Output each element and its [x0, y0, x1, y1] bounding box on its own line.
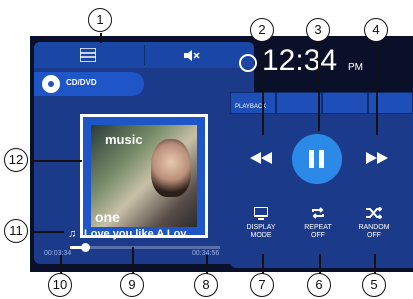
repeat-line2: OFF: [311, 232, 325, 239]
repeat-icon[interactable]: [311, 207, 325, 219]
head-unit-screen: CD/DVD music one ♫ Love you like A Lov..…: [30, 36, 413, 272]
repeat-line1: REPEAT: [304, 224, 332, 231]
album-art-text: music: [105, 132, 143, 147]
pause-icon: [309, 150, 324, 168]
album-art-subtext: one: [95, 209, 120, 225]
random-label[interactable]: RANDOM OFF: [354, 224, 394, 240]
callout-4: 4: [364, 18, 388, 42]
callout-11: 11: [4, 219, 28, 243]
display-mode-label[interactable]: DISPLAY MODE: [241, 224, 281, 240]
topbar-divider: [144, 45, 145, 65]
source-button[interactable]: CD/DVD: [34, 72, 144, 96]
media-topbar: [34, 42, 254, 68]
clock-time: 12:34: [262, 44, 338, 77]
disc-icon: [42, 75, 60, 93]
callout-10: 10: [48, 273, 72, 297]
playback-panel: PLAYBACK DISPLAY MODE REPEAT OFF RANDOM …: [230, 92, 413, 268]
callout-5: 5: [362, 273, 386, 297]
repeat-label[interactable]: REPEAT OFF: [298, 224, 338, 240]
album-art-image: music one: [91, 125, 197, 227]
music-note-icon: ♫: [68, 228, 77, 240]
leader-line: [262, 254, 264, 274]
callout-7: 7: [250, 273, 274, 297]
list-icon[interactable]: [80, 48, 96, 62]
tab-3[interactable]: [322, 92, 368, 114]
callout-12: 12: [4, 148, 28, 172]
leader-line: [374, 254, 376, 274]
callout-8: 8: [194, 273, 218, 297]
display-icon[interactable]: [254, 207, 268, 220]
leader-line: [318, 43, 320, 131]
fast-forward-icon[interactable]: [366, 152, 388, 164]
callout-2: 2: [250, 18, 274, 42]
album-art-face: [151, 139, 191, 197]
callout-3: 3: [306, 18, 330, 42]
leader-line: [60, 255, 62, 274]
source-label: CD/DVD: [66, 78, 97, 87]
play-pause-button[interactable]: [292, 134, 342, 184]
leader-line: [206, 255, 208, 274]
mute-icon[interactable]: [184, 50, 200, 61]
rewind-icon[interactable]: [250, 152, 272, 164]
leader-line: [376, 43, 378, 135]
leader-line: [100, 33, 102, 43]
shuffle-icon[interactable]: [366, 207, 382, 219]
callout-6: 6: [307, 273, 331, 297]
random-line1: RANDOM: [358, 224, 390, 231]
elapsed-time: 00:03:34: [44, 250, 72, 257]
tab-2[interactable]: [276, 92, 322, 114]
leader-line: [132, 247, 134, 274]
callout-9: 9: [120, 273, 144, 297]
song-title: Love you like A Lov...: [84, 228, 195, 240]
leader-line: [262, 43, 264, 135]
tab-playback[interactable]: PLAYBACK: [230, 92, 276, 114]
album-art[interactable]: music one: [80, 114, 208, 238]
leader-line: [30, 160, 82, 162]
random-line2: OFF: [367, 232, 381, 239]
tab-4[interactable]: [368, 92, 413, 114]
clock-period: PM: [348, 62, 363, 73]
callout-1: 1: [88, 8, 112, 32]
progress-bar[interactable]: [70, 243, 220, 252]
clock-icon: [239, 54, 257, 72]
display-mode-line1: DISPLAY: [246, 224, 276, 231]
display-mode-line2: MODE: [250, 232, 272, 239]
leader-line: [30, 231, 64, 233]
progress-thumb[interactable]: [81, 243, 90, 252]
leader-line: [319, 254, 321, 274]
